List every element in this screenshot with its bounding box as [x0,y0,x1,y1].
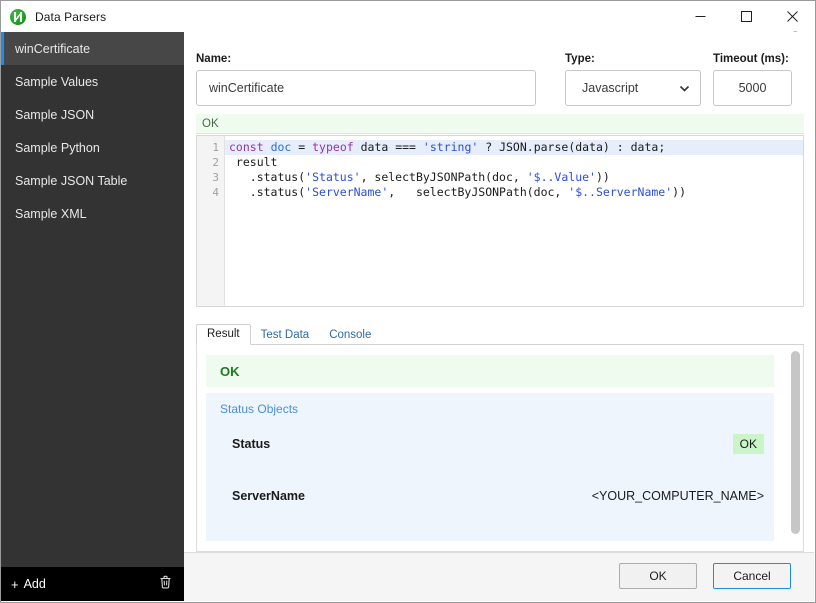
sidebar-item-label: Sample JSON [15,107,95,122]
name-label: Name: [196,53,232,65]
result-status-badge: OK [206,355,774,387]
sidebar-item-sample-xml[interactable]: Sample XML [1,197,184,230]
sidebar-item-sample-json-table[interactable]: Sample JSON Table [1,164,184,197]
result-section-title: Status Objects [220,402,299,416]
result-panel: OK Status Objects Status OK ServerName <… [196,345,804,552]
type-select-value: Javascript [582,81,639,95]
code-token: , selectByJSONPath(doc, [388,185,569,199]
add-button[interactable]: + Add [11,577,46,591]
code-token: , selectByJSONPath(doc, [360,170,527,184]
code-token: data === [353,140,423,154]
nagios-logo-icon [10,8,26,25]
sidebar-item-label: Sample JSON Table [15,173,128,188]
code-token: )) [672,185,686,199]
code-line: .status('ServerName', selectByJSONPath(d… [225,185,803,200]
sidebar-item-sample-python[interactable]: Sample Python [1,131,184,164]
code-token: ? JSON.parse(data) : data; [478,140,666,154]
result-row-key: Status [232,437,271,451]
line-number: 2 [212,156,219,169]
code-token: '$..Value' [526,170,596,184]
type-select[interactable]: Javascript [565,70,701,106]
result-tabs: Result Test Data Console [196,323,804,345]
code-editor[interactable]: 1 2 3 4 const doc = typeof data === 'str… [196,135,804,307]
editor-gutter: 1 2 3 4 [197,136,225,306]
result-row-servername: ServerName <YOUR_COMPUTER_NAME> [206,483,774,509]
tab-result[interactable]: Result [196,324,251,345]
code-token: .status( [229,185,306,199]
code-token: .status( [229,170,306,184]
result-row-value: <YOUR_COMPUTER_NAME> [591,489,764,503]
sidebar-footer: + Add [1,567,184,601]
chevron-down-icon [679,83,690,94]
code-token: )) [595,170,610,184]
code-line: const doc = typeof data === 'string' ? J… [225,140,803,155]
add-button-label: Add [23,577,46,591]
timeout-input-value: 5000 [738,81,767,95]
data-parsers-window: Data Parsers ? winCertificate Sample Val… [0,0,816,603]
cancel-button[interactable]: Cancel [713,563,791,589]
type-label: Type: [565,53,595,65]
form-fields: Name: winCertificate Type: Javascript Ti… [184,32,814,107]
sidebar-item-sample-values[interactable]: Sample Values [1,65,184,98]
tab-console[interactable]: Console [319,326,381,345]
code-token: doc [270,140,292,154]
parser-list: winCertificate Sample Values Sample JSON… [1,32,184,567]
code-token: 'ServerName' [305,185,389,199]
line-number: 4 [212,186,219,199]
sidebar-item-label: Sample Python [15,140,100,155]
result-scrollbar[interactable] [791,351,800,540]
name-input-value: winCertificate [209,81,285,95]
sidebar-item-label: Sample XML [15,206,87,221]
code-token: '$..ServerName' [568,185,673,199]
plus-icon: + [11,576,19,592]
name-input[interactable]: winCertificate [196,70,536,106]
line-number: 3 [212,171,219,184]
result-status-objects: Status Objects Status OK ServerName <YOU… [206,393,774,541]
result-row-value-badge: OK [732,434,764,454]
code-token: result [229,155,278,169]
code-line: result [225,155,803,170]
sidebar-item-wincertificate[interactable]: winCertificate [1,32,184,65]
sidebar-item-sample-json[interactable]: Sample JSON [1,98,184,131]
code-token: const [229,140,264,154]
result-row-status: Status OK [206,431,774,457]
code-token: typeof [312,140,354,154]
maximize-icon[interactable] [723,1,769,32]
editor-status-banner: OK [196,114,804,134]
trash-icon[interactable] [159,575,172,594]
ok-button[interactable]: OK [619,563,697,589]
code-line: .status('Status', selectByJSONPath(doc, … [225,170,803,185]
sidebar-item-label: Sample Values [15,74,99,89]
sidebar-item-label: winCertificate [15,41,91,56]
dialog-footer: OK Cancel [184,552,814,601]
line-number: 1 [212,141,219,154]
title-bar: Data Parsers ? [1,1,815,43]
result-row-key: ServerName [232,489,305,503]
timeout-input[interactable]: 5000 [713,70,792,106]
editor-code-area[interactable]: const doc = typeof data === 'string' ? J… [225,136,803,306]
code-token: 'string' [422,140,479,154]
result-scrollbar-thumb[interactable] [791,351,800,534]
timeout-label: Timeout (ms): [713,53,789,65]
code-token: = [291,140,313,154]
window-title: Data Parsers [35,9,107,24]
minimize-icon[interactable] [677,1,723,32]
tab-test-data[interactable]: Test Data [251,326,320,345]
main-panel: Name: winCertificate Type: Javascript Ti… [184,32,814,601]
sidebar: winCertificate Sample Values Sample JSON… [1,32,184,601]
code-token: 'Status' [305,170,361,184]
